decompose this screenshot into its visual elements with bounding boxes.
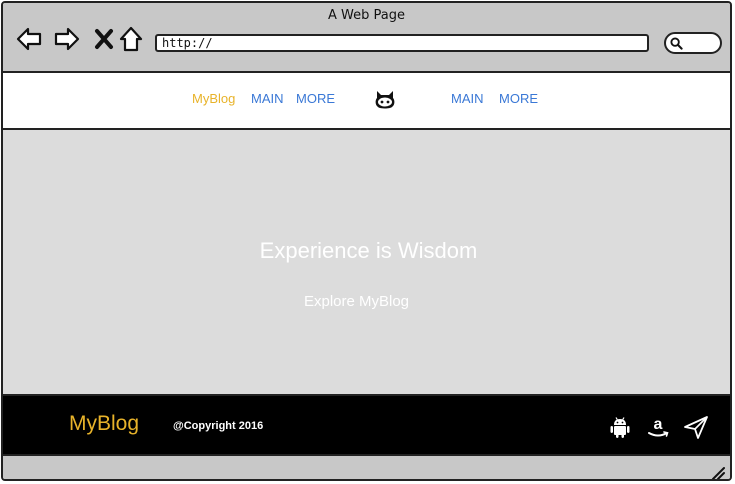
explore-link[interactable]: Explore MyBlog xyxy=(3,293,710,310)
android-icon[interactable] xyxy=(607,414,633,440)
nav-link-main-right[interactable]: MAIN xyxy=(451,91,484,106)
nav-brand-link[interactable]: MyBlog xyxy=(192,91,235,106)
search-icon xyxy=(670,37,683,50)
footer-brand: MyBlog xyxy=(69,412,140,435)
nav-link-more-left[interactable]: MORE xyxy=(296,91,335,106)
amazon-icon[interactable]: a xyxy=(645,414,671,440)
home-icon[interactable] xyxy=(117,25,145,53)
site-navbar: MyBlog MAIN MORE MAIN MORE xyxy=(3,73,730,130)
github-octocat-icon[interactable] xyxy=(373,88,397,112)
footer-copyright: @Copyright 2016 xyxy=(173,420,264,432)
browser-status-bar xyxy=(3,456,730,481)
forward-arrow-icon[interactable] xyxy=(53,25,81,53)
close-x-icon[interactable] xyxy=(91,25,119,53)
search-box[interactable] xyxy=(664,32,722,54)
browser-window: A Web Page http:// MyBlog MAIN MORE MAIN… xyxy=(1,1,732,481)
address-bar[interactable]: http:// xyxy=(155,34,649,52)
resize-grip-icon[interactable] xyxy=(710,465,726,481)
back-arrow-icon[interactable] xyxy=(15,25,43,53)
hero-banner: Experience is Wisdom Explore MyBlog xyxy=(3,130,730,396)
site-footer: MyBlog @Copyright 2016 a xyxy=(3,396,730,456)
send-plane-icon[interactable] xyxy=(683,414,709,440)
window-title: A Web Page xyxy=(328,8,405,23)
nav-link-more-right[interactable]: MORE xyxy=(499,91,538,106)
browser-toolbar: A Web Page http:// xyxy=(3,3,730,73)
svg-text:a: a xyxy=(654,416,663,433)
nav-link-main-left[interactable]: MAIN xyxy=(251,91,284,106)
hero-title: Experience is Wisdom xyxy=(259,238,478,263)
